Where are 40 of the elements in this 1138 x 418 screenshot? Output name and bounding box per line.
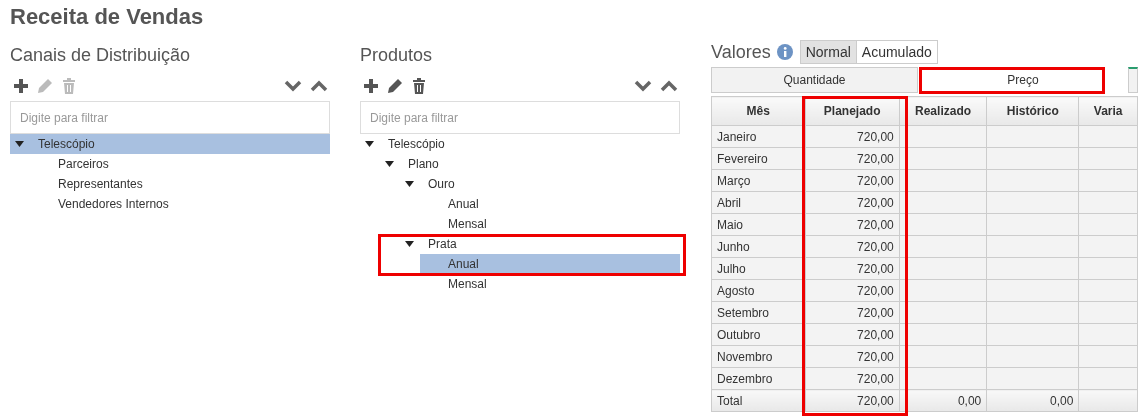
collapse-all-icon[interactable] (310, 78, 328, 94)
tab[interactable] (1128, 67, 1138, 93)
add-icon[interactable] (13, 78, 29, 94)
tree-item[interactable]: Parceiros (30, 154, 330, 174)
delete-icon[interactable] (411, 78, 427, 94)
mode-toggle[interactable]: Acumulado (855, 40, 938, 64)
expanded-caret-icon[interactable] (385, 161, 394, 167)
collapse-all-icon[interactable] (660, 78, 678, 94)
expanded-caret-icon[interactable] (15, 141, 24, 147)
tree-item[interactable]: Telescópio (360, 134, 680, 154)
tree-item[interactable]: Anual (420, 194, 680, 214)
edit-icon[interactable] (387, 78, 403, 94)
column-header[interactable]: Mês (711, 96, 806, 126)
column-header[interactable]: Realizado (899, 96, 987, 126)
tree-item[interactable]: Ouro (400, 174, 680, 194)
column-header[interactable]: Varia (1078, 96, 1138, 126)
tree-item[interactable]: Anual (420, 254, 680, 274)
tree-item[interactable]: Mensal (420, 214, 680, 234)
tree-item[interactable]: Prata (400, 234, 680, 254)
tree-item[interactable]: Telescópio (10, 134, 330, 154)
info-icon[interactable] (776, 44, 793, 60)
column-header[interactable]: Histórico (986, 96, 1079, 126)
tree-item[interactable]: Plano (380, 154, 680, 174)
tree-item[interactable]: Representantes (30, 174, 330, 194)
expanded-caret-icon[interactable] (405, 181, 414, 187)
filter-field[interactable]: Digite para filtrar (360, 101, 680, 134)
expanded-caret-icon[interactable] (405, 241, 414, 247)
add-icon[interactable] (363, 78, 379, 94)
expand-all-icon[interactable] (634, 78, 652, 94)
expand-all-icon[interactable] (284, 78, 302, 94)
tree-item[interactable]: Vendedores Internos (30, 194, 330, 214)
filter-field[interactable]: Digite para filtrar (10, 101, 330, 134)
page-title: Receita de Vendas (10, 4, 205, 30)
expanded-caret-icon[interactable] (365, 141, 374, 147)
tree-item[interactable]: Mensal (420, 274, 680, 294)
section-heading: Canais de Distribuição (10, 44, 192, 66)
tab[interactable]: Quantidade (711, 67, 918, 93)
mode-toggle[interactable]: Normal (799, 40, 857, 64)
section-heading: Valores (711, 41, 771, 63)
section-heading: Produtos (360, 44, 434, 66)
